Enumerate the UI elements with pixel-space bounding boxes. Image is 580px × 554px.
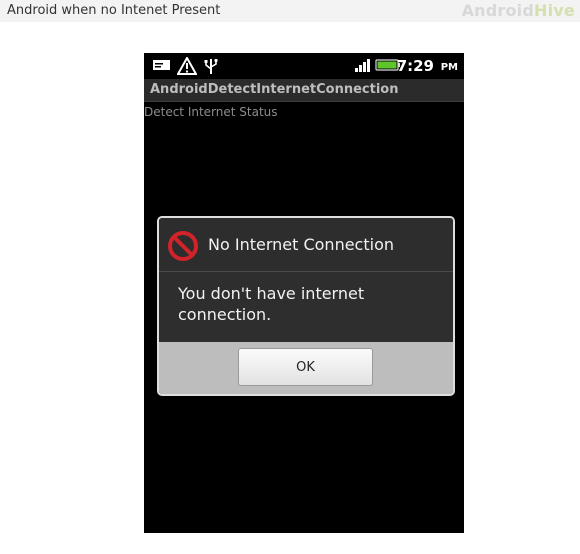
dialog-footer: OK xyxy=(159,342,453,394)
alert-dialog: No Internet Connection You don't have in… xyxy=(157,216,455,396)
no-entry-icon xyxy=(168,231,198,261)
brand-logo: AndroidHive xyxy=(462,1,575,20)
status-time: 7:29 xyxy=(396,57,434,75)
caption-bar: Android when no Intenet Present AndroidH… xyxy=(0,0,580,22)
brand-logo-part2: Hive xyxy=(534,1,575,20)
status-bar: 7:29 PM xyxy=(144,53,464,78)
signal-icon xyxy=(355,59,370,72)
usb-icon xyxy=(204,58,218,74)
dialog-title: No Internet Connection xyxy=(208,235,394,254)
app-title-bar: AndroidDetectInternetConnection xyxy=(144,79,464,102)
message-icon xyxy=(153,60,170,70)
dialog-body: You don't have internet connection. xyxy=(159,272,453,342)
dialog-message: You don't have internet connection. xyxy=(178,284,365,324)
app-title: AndroidDetectInternetConnection xyxy=(150,82,399,97)
brand-logo-part1: Android xyxy=(461,1,535,20)
warning-icon xyxy=(177,57,197,75)
content-text: Detect Internet Status xyxy=(144,105,278,119)
status-ampm: PM xyxy=(440,62,458,73)
dialog-header: No Internet Connection xyxy=(159,218,453,272)
ok-button[interactable]: OK xyxy=(238,348,373,386)
caption-text: Android when no Intenet Present xyxy=(7,3,221,18)
